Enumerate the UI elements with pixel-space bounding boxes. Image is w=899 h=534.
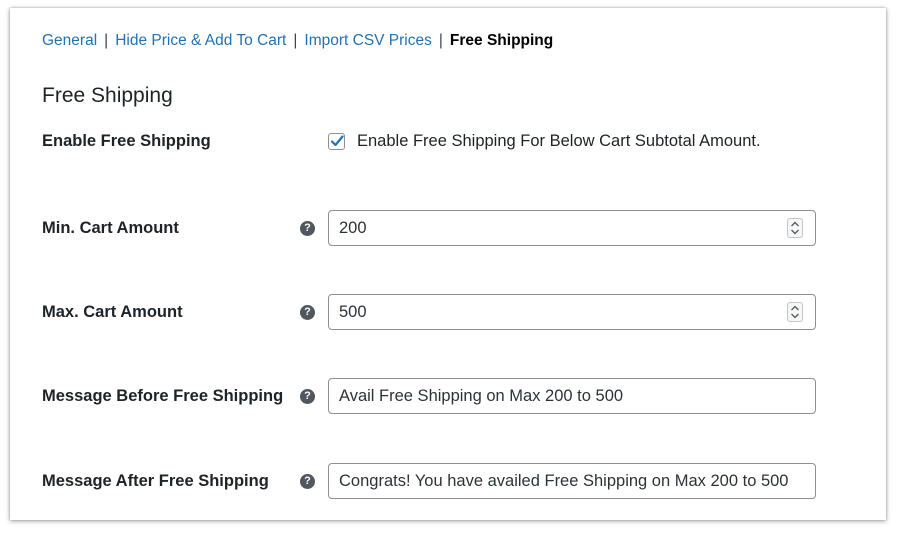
message-before-input[interactable]: Avail Free Shipping on Max 200 to 500: [328, 378, 816, 414]
help-icon[interactable]: ?: [300, 305, 315, 320]
spinner-arrows-icon: [791, 221, 799, 235]
help-icon[interactable]: ?: [300, 221, 315, 236]
min-cart-amount-input[interactable]: 200: [328, 210, 816, 246]
help-icon[interactable]: ?: [300, 389, 315, 404]
tab-general[interactable]: General: [42, 32, 97, 49]
settings-panel: General | Hide Price & Add To Cart | Import …: [10, 8, 886, 520]
message-after-input[interactable]: Congrats! You have availed Free Shipping…: [328, 463, 816, 499]
number-spinner[interactable]: [787, 218, 803, 238]
number-spinner[interactable]: [787, 302, 803, 322]
message-before-label: Message Before Free Shipping: [42, 387, 284, 405]
section-title: Free Shipping: [42, 84, 173, 107]
tab-hide-price-add-to-cart[interactable]: Hide Price & Add To Cart: [115, 32, 286, 49]
enable-free-shipping-checkbox[interactable]: [328, 133, 345, 150]
enable-free-shipping-checkbox-label[interactable]: Enable Free Shipping For Below Cart Subt…: [357, 132, 761, 151]
nav-separator: |: [438, 32, 443, 49]
max-cart-amount-value: 500: [339, 303, 367, 321]
message-after-value: Congrats! You have availed Free Shipping…: [339, 472, 789, 490]
message-after-label: Message After Free Shipping: [42, 472, 269, 490]
enable-free-shipping-label: Enable Free Shipping: [42, 132, 211, 150]
tab-free-shipping[interactable]: Free Shipping: [450, 32, 553, 49]
tab-import-csv-prices[interactable]: Import CSV Prices: [304, 32, 431, 49]
nav-separator: |: [104, 32, 109, 49]
max-cart-amount-label: Max. Cart Amount: [42, 303, 183, 321]
checkmark-icon: [330, 135, 344, 147]
settings-subnav: General | Hide Price & Add To Cart | Import …: [42, 32, 553, 50]
message-before-value: Avail Free Shipping on Max 200 to 500: [339, 387, 624, 405]
help-icon[interactable]: ?: [300, 474, 315, 489]
spinner-arrows-icon: [791, 305, 799, 319]
min-cart-amount-label: Min. Cart Amount: [42, 219, 179, 237]
nav-separator: |: [293, 32, 298, 49]
min-cart-amount-value: 200: [339, 219, 367, 237]
max-cart-amount-input[interactable]: 500: [328, 294, 816, 330]
